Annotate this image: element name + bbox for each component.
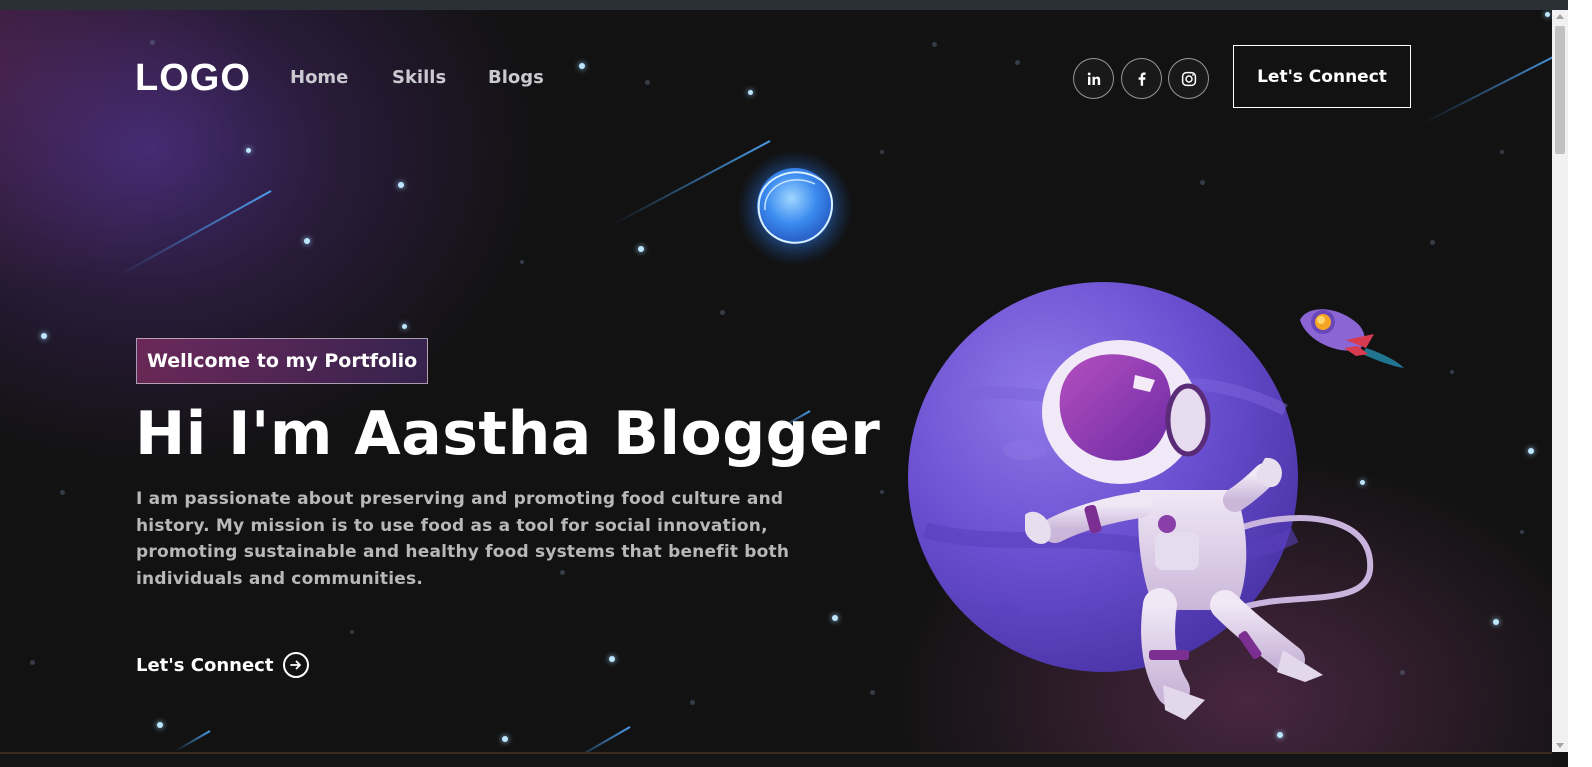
arrow-right-circle-icon — [283, 652, 310, 678]
logo[interactable]: LOGO — [135, 50, 251, 106]
scroll-down-icon[interactable] — [1556, 743, 1564, 748]
linkedin-icon — [1087, 71, 1100, 85]
hero-banner: LOGO Home Skills Blogs Let's Connect Wel… — [0, 10, 1552, 752]
window-right-gutter — [1568, 0, 1592, 767]
page-bottom-edge — [0, 752, 1552, 767]
instagram-button[interactable] — [1168, 58, 1209, 99]
hero-connect-link[interactable]: Let's Connect — [136, 651, 310, 679]
hero-title: Hi I'm Aastha Blogger — [135, 399, 881, 469]
nav-link-skills[interactable]: Skills — [392, 66, 446, 90]
rocket-icon — [1300, 309, 1404, 368]
linkedin-button[interactable] — [1073, 58, 1114, 99]
facebook-icon — [1138, 71, 1146, 86]
lets-connect-button[interactable]: Let's Connect — [1233, 45, 1411, 108]
vertical-scrollbar[interactable] — [1552, 10, 1568, 752]
facebook-button[interactable] — [1121, 58, 1162, 99]
glowing-orb-icon — [737, 150, 853, 266]
hero-description: I am passionate about preserving and pro… — [136, 489, 790, 589]
nav-link-blogs[interactable]: Blogs — [488, 66, 544, 90]
browser-top-strip — [0, 0, 1592, 10]
scroll-up-icon[interactable] — [1556, 14, 1564, 19]
nav-link-home[interactable]: Home — [290, 66, 348, 90]
scrollbar-thumb[interactable] — [1555, 26, 1565, 154]
hero-connect-label: Let's Connect — [136, 654, 274, 676]
tagline-badge: Wellcome to my Portfolio — [136, 338, 429, 384]
instagram-icon — [1181, 71, 1196, 86]
